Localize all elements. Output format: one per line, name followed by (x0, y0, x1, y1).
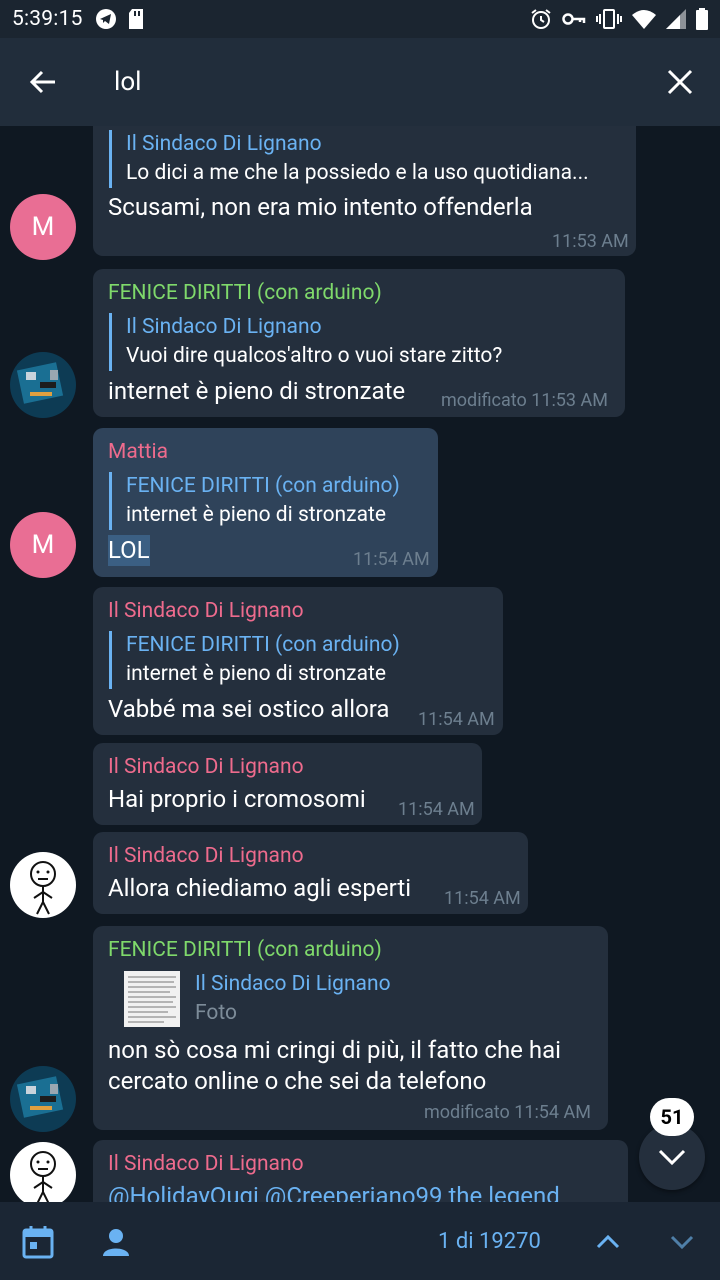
chevron-down-icon (658, 1149, 686, 1166)
sender-name[interactable]: Il Sindaco Di Lignano (108, 599, 304, 623)
previous-result-button[interactable] (588, 1222, 628, 1262)
stick-figure-avatar-icon (30, 861, 56, 915)
avatar[interactable] (10, 352, 76, 418)
stick-figure-avatar-icon (30, 1151, 56, 1202)
reply-text: Foto (195, 1001, 238, 1025)
reply-name: Il Sindaco Di Lignano (126, 132, 322, 156)
battery-icon (696, 8, 708, 30)
message-text: Allora chiediamo agli esperti (108, 874, 412, 902)
message-time: 11:54 AM (444, 888, 521, 909)
status-bar: 5:39:15 (0, 0, 720, 38)
search-navigation-bar: 1 di 19270 (0, 1202, 720, 1280)
reply-quote[interactable]: Il Sindaco Di Lignano Foto (180, 970, 391, 1028)
message-text: Scusami, non era mio intento offenderla (108, 193, 533, 221)
reply-text: Lo dici a me che la possiedo e la uso qu… (126, 161, 589, 185)
close-search-button[interactable] (640, 38, 720, 126)
message-time: 11:54 AM (353, 549, 430, 570)
chevron-down-icon (670, 1235, 694, 1250)
vibrate-icon (596, 8, 622, 30)
wifi-icon (632, 9, 656, 29)
next-result-button[interactable] (662, 1222, 702, 1262)
avatar[interactable] (10, 1066, 76, 1132)
reply-text: internet è pieno di stronzate (126, 503, 386, 527)
reply-name: Il Sindaco Di Lignano (195, 972, 391, 996)
sender-name[interactable]: FENICE DIRITTI (con arduino) (108, 281, 382, 305)
back-button[interactable] (0, 38, 86, 126)
message-text: Vabbé ma sei ostico allora (108, 695, 390, 723)
message-time: modificato 11:54 AM (424, 1102, 591, 1123)
reply-quote[interactable]: Il Sindaco Di Lignano Vuoi dire qualcos'… (109, 313, 502, 371)
message-text-line: cercato online o che sei da telefono (108, 1067, 487, 1095)
arduino-board-icon (16, 1076, 64, 1118)
sender-name[interactable]: Il Sindaco Di Lignano (108, 844, 304, 868)
message-text: internet è pieno di stronzate (108, 377, 406, 405)
signal-icon (666, 9, 686, 29)
reply-quote[interactable]: FENICE DIRITTI (con arduino) internet è … (109, 631, 400, 689)
message-time: modificato 11:53 AM (441, 390, 608, 411)
search-toolbar: lol (0, 38, 720, 126)
sd-card-icon (127, 8, 145, 30)
chat-area[interactable]: Il Sindaco Di Lignano Lo dici a me che l… (0, 126, 720, 1202)
alarm-icon (530, 8, 552, 30)
avatar[interactable]: M (10, 194, 76, 260)
arrow-back-icon (29, 70, 55, 94)
search-result-counter: 1 di 19270 (438, 1229, 541, 1254)
message-text: Hai proprio i cromosomi (108, 785, 366, 813)
reply-name: FENICE DIRITTI (con arduino) (126, 474, 400, 498)
search-by-user-button[interactable] (96, 1222, 136, 1262)
reply-name: Il Sindaco Di Lignano (126, 315, 322, 339)
chevron-up-icon (596, 1234, 620, 1249)
message-text-mentions[interactable]: @HolidayOugi @Creeperiano99 the legend (108, 1181, 560, 1202)
vpn-key-icon (562, 12, 586, 26)
sender-name[interactable]: Il Sindaco Di Lignano (108, 755, 304, 779)
reply-text: Vuoi dire qualcos'altro o vuoi stare zit… (126, 344, 503, 368)
avatar[interactable] (10, 1142, 76, 1202)
sender-name[interactable]: Il Sindaco Di Lignano (108, 1152, 304, 1176)
calendar-icon (22, 1226, 54, 1259)
message-text-match: LOL (108, 535, 150, 566)
sender-name[interactable]: FENICE DIRITTI (con arduino) (108, 938, 382, 962)
reply-name: FENICE DIRITTI (con arduino) (126, 633, 400, 657)
person-icon (103, 1229, 129, 1256)
message-text-line: non sò cosa mi cringi di più, il fatto c… (108, 1036, 561, 1064)
calendar-button[interactable] (18, 1222, 58, 1262)
arduino-board-icon (16, 362, 64, 404)
status-time: 5:39:15 (12, 7, 83, 31)
sender-name[interactable]: Mattia (108, 440, 168, 464)
reply-quote[interactable]: FENICE DIRITTI (con arduino) internet è … (109, 472, 400, 530)
photo-thumbnail[interactable] (124, 971, 180, 1027)
telegram-icon (95, 8, 117, 30)
message-time: 11:54 AM (418, 709, 495, 730)
avatar[interactable] (10, 852, 76, 918)
reply-quote[interactable]: Il Sindaco Di Lignano Lo dici a me che l… (109, 130, 589, 188)
message-time: 11:53 AM (552, 231, 629, 252)
unread-count-badge: 51 (650, 1098, 694, 1136)
reply-text: internet è pieno di stronzate (126, 662, 386, 686)
close-icon (667, 69, 693, 95)
message-time: 11:54 AM (398, 799, 475, 820)
avatar[interactable]: M (10, 512, 76, 578)
search-query[interactable]: lol (114, 67, 640, 97)
